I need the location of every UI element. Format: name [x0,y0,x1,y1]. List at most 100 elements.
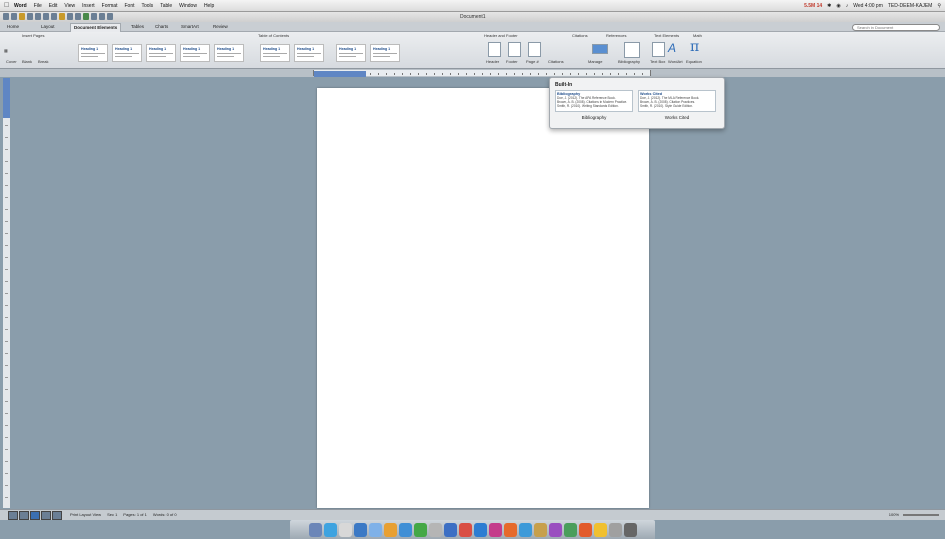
equation-button[interactable]: Equation [686,59,702,64]
sidebar-icon[interactable] [83,13,89,20]
dock-app-icon[interactable] [428,522,442,537]
bibliography-icon[interactable] [624,42,640,58]
insert-table-icon[interactable] [67,13,73,20]
ruler-track[interactable] [313,70,651,77]
dock-app-icon[interactable] [443,522,457,537]
menu-word[interactable]: Word [14,3,27,9]
menu-help[interactable]: Help [204,3,214,9]
dock-app-icon[interactable] [503,522,517,537]
dock-app-icon[interactable] [593,522,607,537]
bibliography-option[interactable]: Bibliography Doe, J. (2012). The APA Ref… [555,90,633,112]
user-name[interactable]: TED-DEEM-KAJEM [888,3,932,9]
dock-app-icon[interactable] [548,522,562,537]
tab-review[interactable]: Review [210,23,231,31]
toc-style-2[interactable]: Heading 1 [112,44,142,62]
manage-button[interactable]: Manage [588,59,602,64]
menu-format[interactable]: Format [102,3,118,9]
dock-app-icon[interactable] [398,522,412,537]
header-icon[interactable] [488,42,501,57]
wordart-button[interactable]: WordArt [668,59,683,64]
menu-font[interactable]: Font [124,3,134,9]
page-number-button[interactable]: Page # [526,59,539,64]
dock-app-icon[interactable] [473,522,487,537]
menu-view[interactable]: View [64,3,75,9]
dock-app-icon[interactable] [518,522,532,537]
header-button[interactable]: Header [486,59,499,64]
toc-style-3[interactable]: Heading 1 [146,44,176,62]
help-icon[interactable] [107,13,113,20]
toc-style-8[interactable]: Heading 1 [336,44,366,62]
draft-view-icon[interactable] [8,511,18,520]
apple-icon[interactable]:  [4,1,9,10]
break-button[interactable]: Break [38,59,48,64]
dock-app-icon[interactable] [533,522,547,537]
menu-window[interactable]: Window [179,3,197,9]
dock-app-icon[interactable] [308,522,322,537]
dock-app-icon[interactable] [383,522,397,537]
open-icon[interactable] [19,13,25,20]
print-icon[interactable] [35,13,41,20]
toc-style-9[interactable]: Heading 1 [370,44,400,62]
works-cited-label[interactable]: Works Cited [638,115,716,120]
new-doc-icon[interactable] [3,13,9,20]
blank-button[interactable]: Blank [22,59,32,64]
bibliography-label[interactable]: Bibliography [555,115,633,120]
tab-smartart[interactable]: SmartArt [178,23,202,31]
toc-style-6[interactable]: Heading 1 [260,44,290,62]
insert-page-icon[interactable]: ▦ [4,48,8,53]
wifi-icon[interactable]: ◉ [836,3,840,9]
clock-text[interactable]: Wed 4:00 pm [853,3,883,9]
text-box-button[interactable]: Text Box [650,59,665,64]
dock-app-icon[interactable] [338,522,352,537]
footer-button[interactable]: Footer [506,59,518,64]
text-box-icon[interactable] [652,42,665,57]
dock-app-icon[interactable] [458,522,472,537]
templates-icon[interactable] [11,13,17,20]
status-red-indicator[interactable]: 5.5M 14 [804,3,822,9]
dock-app-icon[interactable] [323,522,337,537]
dock-app-icon[interactable] [368,522,382,537]
undo-icon[interactable] [43,13,49,20]
dock-app-icon[interactable] [488,522,502,537]
dock-app-icon[interactable] [563,522,577,537]
notebook-view-icon[interactable] [52,511,62,520]
dock-app-icon[interactable] [578,522,592,537]
print-layout-view-icon[interactable] [30,511,40,520]
dock-app-icon[interactable] [608,522,622,537]
tab-home[interactable]: Home [4,23,22,31]
menu-file[interactable]: File [34,3,42,9]
citation-style-select[interactable] [592,44,608,54]
works-cited-option[interactable]: Works Cited Doe, J. (2012). The MLA Refe… [638,90,716,112]
format-painter-icon[interactable] [59,13,65,20]
bibliography-button[interactable]: Bibliography [618,59,640,64]
footer-icon[interactable] [508,42,521,57]
wordart-icon[interactable]: A [668,41,676,55]
outline-view-icon[interactable] [19,511,29,520]
toc-style-4[interactable]: Heading 1 [180,44,210,62]
dock-app-icon[interactable] [413,522,427,537]
pi-icon[interactable]: π [690,39,699,55]
tab-layout[interactable]: Layout [38,23,58,31]
bluetooth-icon[interactable]: ✱ [827,3,831,9]
menu-table[interactable]: Table [160,3,172,9]
toc-style-5[interactable]: Heading 1 [214,44,244,62]
redo-icon[interactable] [51,13,57,20]
citations-button[interactable]: Citations [548,59,564,64]
dock-app-icon[interactable] [623,522,637,537]
tab-tables[interactable]: Tables [128,23,147,31]
document-page[interactable] [317,88,649,508]
menu-tools[interactable]: Tools [142,3,154,9]
toolbox-icon[interactable] [91,13,97,20]
dock-app-icon[interactable] [353,522,367,537]
zoom-level[interactable]: 100% [889,512,939,517]
toc-style-1[interactable]: Heading 1 [78,44,108,62]
tab-charts[interactable]: Charts [152,23,171,31]
toc-style-7[interactable]: Heading 1 [294,44,324,62]
tab-document-elements[interactable]: Document Elements [70,23,122,32]
volume-icon[interactable]: ♪ [846,3,849,9]
cover-button[interactable]: Cover [6,59,17,64]
menu-edit[interactable]: Edit [49,3,58,9]
publishing-view-icon[interactable] [41,511,51,520]
columns-icon[interactable] [75,13,81,20]
search-input[interactable] [852,24,940,31]
